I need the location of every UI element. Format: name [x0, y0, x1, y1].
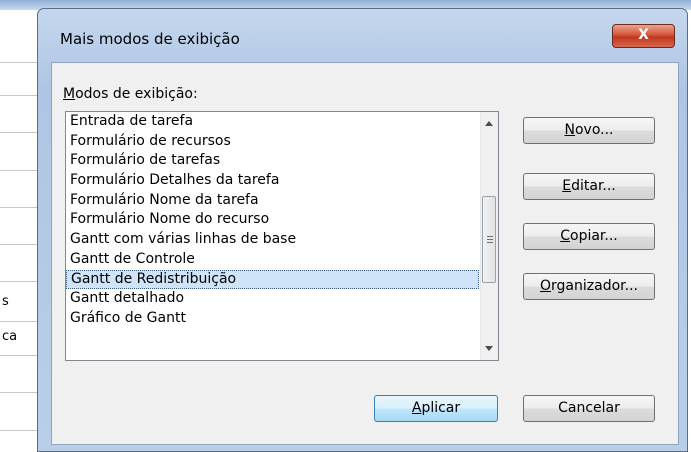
- list-item[interactable]: Gantt com várias linhas de base: [66, 230, 479, 250]
- list-item[interactable]: Formulário de recursos: [66, 132, 479, 152]
- list-item[interactable]: Formulário Detalhes da tarefa: [66, 171, 479, 191]
- grip-icon: [487, 236, 493, 237]
- list-item[interactable]: Gantt detalhado: [66, 289, 479, 309]
- aplicar-button-key: A: [411, 400, 422, 416]
- dialog-body: Modos de exibição: Entrada de tarefa For…: [51, 62, 679, 445]
- novo-button-key: N: [564, 122, 575, 138]
- list-item[interactable]: Formulário de tarefas: [66, 151, 479, 171]
- organizador-button-key: O: [540, 278, 552, 294]
- sheet-cell: s: [2, 294, 9, 309]
- views-list-label: Modos de exibição:: [63, 86, 198, 102]
- grip-icon: [487, 239, 493, 240]
- grip-icon: [487, 242, 493, 243]
- views-list-label-text: odos de exibição:: [75, 86, 198, 102]
- aplicar-button[interactable]: Aplicar: [374, 395, 498, 422]
- scroll-up-arrow-icon[interactable]: [485, 121, 493, 126]
- copiar-button-label: opiar...: [570, 228, 618, 244]
- scroll-down-arrow-icon[interactable]: [485, 346, 493, 351]
- organizador-button[interactable]: Organizador...: [523, 273, 655, 300]
- organizador-button-label: rganizador...: [551, 278, 638, 294]
- novo-button-label: ovo...: [574, 122, 614, 138]
- views-list-items: Entrada de tarefa Formulário de recursos…: [66, 112, 479, 329]
- sheet-cell: ca: [2, 329, 18, 344]
- list-item-selected[interactable]: Gantt de Redistribuição: [66, 269, 479, 290]
- list-item[interactable]: Gráfico de Gantt: [66, 309, 479, 329]
- views-listbox[interactable]: Entrada de tarefa Formulário de recursos…: [65, 111, 499, 361]
- views-list-scrollbar[interactable]: [480, 112, 498, 360]
- editar-button-key: E: [562, 178, 572, 194]
- novo-button[interactable]: Novo...: [523, 117, 655, 144]
- copiar-button-key: C: [560, 228, 571, 244]
- views-list-label-key: M: [63, 86, 76, 102]
- dialog-title: Mais modos de exibição: [60, 30, 240, 48]
- scrollbar-thumb[interactable]: [482, 196, 496, 283]
- editar-button-label: ditar...: [571, 178, 616, 194]
- list-item[interactable]: Formulário Nome do recurso: [66, 210, 479, 230]
- copiar-button[interactable]: Copiar...: [523, 223, 655, 250]
- cancelar-button[interactable]: Cancelar: [523, 395, 655, 422]
- list-item[interactable]: Gantt de Controle: [66, 250, 479, 270]
- list-item[interactable]: Formulário Nome da tarefa: [66, 191, 479, 211]
- more-views-dialog: Mais modos de exibição X Modos de exibiç…: [37, 8, 688, 452]
- list-item[interactable]: Entrada de tarefa: [66, 112, 479, 132]
- close-button[interactable]: X: [612, 24, 675, 48]
- editar-button[interactable]: Editar...: [523, 173, 655, 200]
- aplicar-button-label: plicar: [421, 400, 461, 416]
